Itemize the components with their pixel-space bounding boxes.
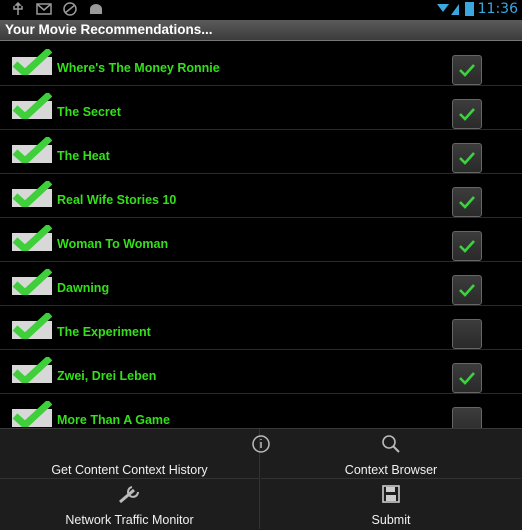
battery-icon <box>464 2 474 16</box>
movie-list[interactable]: Where's The Money Ronnie The Secret The He… <box>0 41 522 428</box>
movie-title: Woman To Woman <box>57 237 169 251</box>
movie-title: Real Wife Stories 10 <box>57 193 177 207</box>
menu-item-label: Context Browser <box>344 463 438 477</box>
movie-checkbox[interactable] <box>452 99 482 129</box>
check-mark-icon <box>12 401 52 427</box>
check-mark-icon <box>12 181 52 207</box>
check-mark-icon <box>12 313 52 339</box>
status-right: 11:36 <box>436 1 518 17</box>
menu-item-submit[interactable]: Submit <box>261 479 521 529</box>
wrench-icon <box>119 486 139 504</box>
movie-row[interactable]: The Secret <box>0 85 522 130</box>
movie-title: The Secret <box>57 105 121 119</box>
movie-row[interactable]: Woman To Woman <box>0 217 522 262</box>
status-left-icons <box>10 1 104 16</box>
checkbox-check-icon <box>459 64 475 77</box>
menu-item-label: Network Traffic Monitor <box>65 513 194 527</box>
menu-item-label: Get Content Context History <box>51 463 208 477</box>
movie-title: More Than A Game <box>57 413 170 427</box>
check-mark-icon <box>12 269 52 295</box>
checkbox-check-icon <box>459 152 475 165</box>
menu-item-content-history[interactable]: Get Content Context History <box>0 429 270 479</box>
check-mark-icon <box>12 93 52 119</box>
movie-title: Dawning <box>57 281 110 295</box>
menu-item-network-monitor[interactable]: Network Traffic Monitor <box>0 479 260 529</box>
options-menu: Get Content Context History Context Brow… <box>0 428 522 530</box>
menu-item-context-browser[interactable]: Context Browser <box>261 429 521 479</box>
movie-checkbox[interactable] <box>452 275 482 305</box>
check-mark-icon <box>12 225 52 251</box>
checkbox-check-icon <box>459 196 475 209</box>
movie-checkbox[interactable] <box>452 143 482 173</box>
mail-icon <box>36 2 52 15</box>
status-bar: 11:36 <box>0 0 522 20</box>
movie-checkbox[interactable] <box>452 407 482 428</box>
checkbox-check-icon <box>459 284 475 297</box>
movie-row[interactable]: The Heat <box>0 129 522 174</box>
movie-checkbox[interactable] <box>452 55 482 85</box>
check-mark-icon <box>12 49 52 75</box>
movie-row[interactable]: Real Wife Stories 10 <box>0 173 522 218</box>
android-debug-icon <box>90 3 103 14</box>
movie-row[interactable]: The Experiment <box>0 305 522 350</box>
menu-item-label: Submit <box>371 513 411 527</box>
movie-checkbox[interactable] <box>452 187 482 217</box>
check-mark-icon <box>12 137 52 163</box>
page-title: Your Movie Recommendations... <box>5 22 213 37</box>
status-time: 11:36 <box>477 1 518 17</box>
title-bar: Your Movie Recommendations... <box>0 20 522 41</box>
usb-icon <box>13 1 23 15</box>
movie-checkbox[interactable] <box>452 231 482 261</box>
checkbox-check-icon <box>459 240 475 253</box>
movie-row[interactable]: Where's The Money Ronnie <box>0 41 522 86</box>
movie-title: The Experiment <box>57 325 151 339</box>
signal-icon <box>436 4 459 15</box>
movie-row[interactable]: Dawning <box>0 261 522 306</box>
movie-checkbox[interactable] <box>452 319 482 349</box>
movie-checkbox[interactable] <box>452 363 482 393</box>
movie-title: The Heat <box>57 149 110 163</box>
check-mark-icon <box>12 357 52 383</box>
sync-icon <box>63 1 78 16</box>
movie-title: Zwei, Drei Leben <box>57 369 157 383</box>
movie-row[interactable]: Zwei, Drei Leben <box>0 349 522 394</box>
movie-row[interactable]: More Than A Game <box>0 393 522 428</box>
checkbox-check-icon <box>459 372 475 385</box>
movie-title: Where's The Money Ronnie <box>57 61 220 75</box>
save-icon <box>382 485 400 503</box>
checkbox-check-icon <box>459 108 475 121</box>
search-icon <box>382 435 400 453</box>
